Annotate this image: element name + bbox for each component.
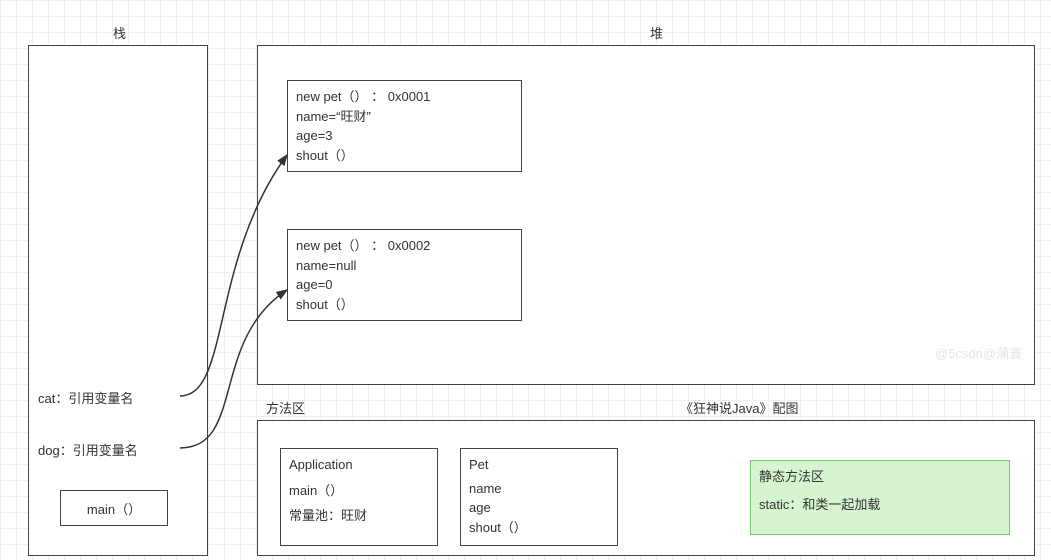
method-area-static: 静态方法区 static：和类一起加载 bbox=[750, 460, 1010, 535]
stack-cat-var: cat：引用变量名 bbox=[38, 388, 133, 407]
heap-object-pet1: new pet（） ： 0x0001 name=“旺财” age=3 shout… bbox=[287, 80, 522, 172]
application-const-pool: 常量池：旺财 bbox=[289, 506, 429, 526]
pet2-shout: shout（） bbox=[296, 295, 513, 315]
static-body: 静态方法区 static：和类一起加载 bbox=[751, 461, 1009, 520]
application-title: Application bbox=[289, 455, 429, 475]
pet2-age: age=0 bbox=[296, 275, 513, 295]
pet-class-age-field: age bbox=[469, 498, 609, 518]
pet-class-shout-method: shout（） bbox=[469, 518, 609, 538]
stack-region bbox=[28, 45, 208, 556]
pet1-shout: shout（） bbox=[296, 146, 513, 166]
stack-main-frame: main（） bbox=[60, 490, 168, 526]
pet1-name: name=“旺财” bbox=[296, 107, 513, 127]
pet2-name: name=null bbox=[296, 256, 513, 276]
pet-class-body: Pet name age shout（） bbox=[461, 449, 617, 543]
pet1-newline: new pet（） ： 0x0001 bbox=[296, 87, 513, 107]
heap-object-pet2-body: new pet（） ： 0x0002 name=null age=0 shout… bbox=[288, 230, 521, 320]
pet-class-title: Pet bbox=[469, 455, 609, 475]
method-area-title: 方法区 bbox=[266, 398, 305, 417]
heap-object-pet2: new pet（） ： 0x0002 name=null age=0 shout… bbox=[287, 229, 522, 321]
method-area-application: Application main（） 常量池：旺财 bbox=[280, 448, 438, 546]
stack-dog-var: dog：引用变量名 bbox=[38, 440, 138, 459]
book-caption: 《狂神说Java》配图 bbox=[680, 398, 798, 417]
pet-class-name-field: name bbox=[469, 479, 609, 499]
heap-object-pet1-body: new pet（） ： 0x0001 name=“旺财” age=3 shout… bbox=[288, 81, 521, 171]
stack-main-label: main（） bbox=[87, 499, 141, 518]
diagram-layer: 栈 堆 cat：引用变量名 dog：引用变量名 main（） new pet（）… bbox=[0, 0, 1051, 560]
heap-title: 堆 bbox=[650, 23, 663, 42]
static-title: 静态方法区 bbox=[759, 467, 1001, 487]
method-area-pet-class: Pet name age shout（） bbox=[460, 448, 618, 546]
pet2-newline: new pet（） ： 0x0002 bbox=[296, 236, 513, 256]
pet1-age: age=3 bbox=[296, 126, 513, 146]
stack-title: 栈 bbox=[113, 23, 126, 42]
static-note: static：和类一起加载 bbox=[759, 495, 1001, 515]
application-main: main（） bbox=[289, 481, 429, 501]
application-body: Application main（） 常量池：旺财 bbox=[281, 449, 437, 532]
watermark: @5csdn@蒲寰 bbox=[935, 343, 1022, 362]
